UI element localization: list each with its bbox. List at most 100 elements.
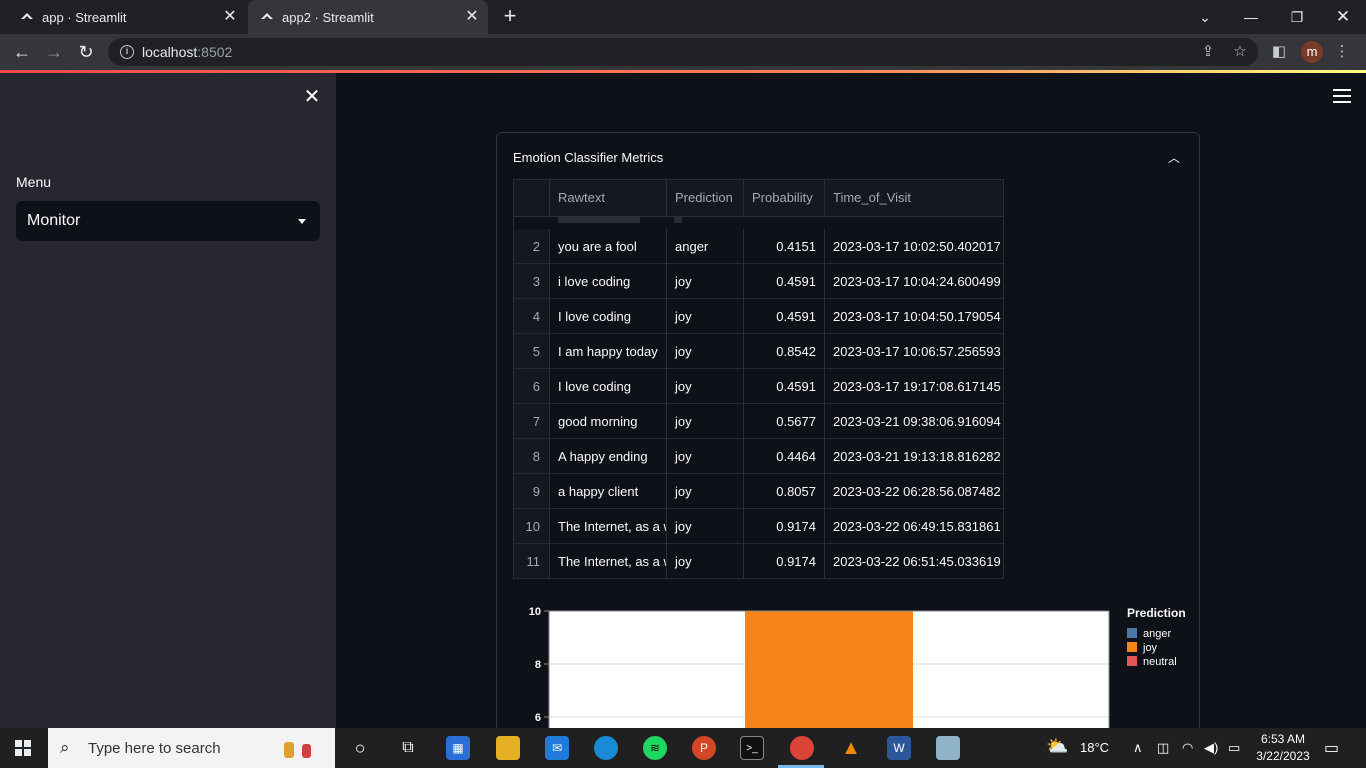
- row-index[interactable]: 9: [514, 474, 550, 509]
- table-cell[interactable]: 0.4591: [744, 264, 825, 299]
- table-cell[interactable]: 2023-03-21 09:38:06.916094: [825, 404, 1003, 439]
- table-cell[interactable]: A happy ending: [550, 439, 667, 474]
- column-header[interactable]: Prediction: [667, 180, 744, 216]
- table-cell[interactable]: 2023-03-17 10:04:24.600499: [825, 264, 1003, 299]
- table-cell[interactable]: joy: [667, 369, 744, 404]
- edge-icon[interactable]: [594, 736, 618, 760]
- row-index[interactable]: 5: [514, 334, 550, 369]
- terminal-icon[interactable]: >_: [740, 736, 764, 760]
- table-cell[interactable]: 0.5677: [744, 404, 825, 439]
- powerpoint-icon[interactable]: P: [692, 736, 716, 760]
- row-index[interactable]: 3: [514, 264, 550, 299]
- table-cell[interactable]: joy: [667, 404, 744, 439]
- battery-icon[interactable]: ▭: [1228, 740, 1240, 756]
- table-cell[interactable]: 2023-03-22 06:49:15.831861: [825, 509, 1003, 544]
- table-cell[interactable]: joy: [667, 439, 744, 474]
- notes-icon[interactable]: [936, 736, 960, 760]
- table-cell[interactable]: joy: [667, 264, 744, 299]
- tab-search-icon[interactable]: ⌄: [1182, 0, 1228, 34]
- table-cell[interactable]: 2023-03-17 10:04:50.179054: [825, 299, 1003, 334]
- table-cell[interactable]: 2023-03-17 19:17:08.617145: [825, 369, 1003, 404]
- tab-app[interactable]: app · Streamlit ✕: [0, 0, 246, 34]
- url-field[interactable]: i localhost:8502: [108, 38, 1258, 66]
- table-cell[interactable]: The Internet, as a w: [550, 544, 667, 579]
- bookmark-star-icon[interactable]: ☆: [1230, 42, 1250, 62]
- table-cell[interactable]: anger: [667, 229, 744, 264]
- info-icon[interactable]: i: [120, 45, 134, 59]
- more-menu-icon[interactable]: ⋮: [1332, 42, 1352, 62]
- table-cell[interactable]: I am happy today: [550, 334, 667, 369]
- table-cell[interactable]: 2023-03-22 06:28:56.087482: [825, 474, 1003, 509]
- table-cell[interactable]: The Internet, as a w: [550, 509, 667, 544]
- data-table[interactable]: Rawtext Prediction Probability Time_of_V…: [513, 179, 1004, 579]
- table-cell[interactable]: 0.4151: [744, 229, 825, 264]
- row-index[interactable]: 6: [514, 369, 550, 404]
- table-cell[interactable]: 2023-03-22 06:51:45.033619: [825, 544, 1003, 579]
- restore-button[interactable]: ❐: [1274, 0, 1320, 34]
- table-cell[interactable]: joy: [667, 544, 744, 579]
- table-cell[interactable]: 0.4464: [744, 439, 825, 474]
- spotify-icon[interactable]: ≋: [643, 736, 667, 760]
- back-icon[interactable]: ←: [12, 42, 32, 62]
- table-cell[interactable]: a happy client: [550, 474, 667, 509]
- table-cell[interactable]: 0.4591: [744, 299, 825, 334]
- table-cell[interactable]: i love coding: [550, 264, 667, 299]
- tab-app2[interactable]: app2 · Streamlit ✕: [248, 0, 488, 34]
- chrome-icon[interactable]: [790, 736, 814, 760]
- table-cell[interactable]: joy: [667, 509, 744, 544]
- table-cell[interactable]: I love coding: [550, 369, 667, 404]
- weather-icon[interactable]: ⛅: [1046, 736, 1068, 757]
- notifications-icon[interactable]: ▭: [1324, 738, 1339, 758]
- row-index[interactable]: 2: [514, 229, 550, 264]
- new-tab-button[interactable]: +: [500, 5, 520, 28]
- word-icon[interactable]: W: [887, 736, 911, 760]
- volume-icon[interactable]: ◀): [1204, 740, 1218, 756]
- table-cell[interactable]: 0.9174: [744, 544, 825, 579]
- table-cell[interactable]: joy: [667, 474, 744, 509]
- table-cell[interactable]: 2023-03-21 19:13:18.816282: [825, 439, 1003, 474]
- table-cell[interactable]: 0.8542: [744, 334, 825, 369]
- close-sidebar-icon[interactable]: ✕: [302, 87, 322, 107]
- table-cell[interactable]: joy: [667, 299, 744, 334]
- column-header[interactable]: Time_of_Visit: [825, 180, 1003, 216]
- windows-start-icon[interactable]: [15, 740, 31, 756]
- row-index[interactable]: 4: [514, 299, 550, 334]
- profile-avatar[interactable]: m: [1301, 41, 1323, 63]
- table-cell[interactable]: I love coding: [550, 299, 667, 334]
- close-tab-icon[interactable]: ✕: [464, 9, 480, 25]
- taskbar-search[interactable]: ⌕ Type here to search: [48, 728, 335, 768]
- weather-temp[interactable]: 18°C: [1080, 740, 1109, 755]
- table-cell[interactable]: you are a fool: [550, 229, 667, 264]
- close-window-button[interactable]: ✕: [1320, 0, 1366, 34]
- column-header[interactable]: Rawtext: [550, 180, 667, 216]
- row-index[interactable]: 7: [514, 404, 550, 439]
- file-explorer-icon[interactable]: [496, 736, 520, 760]
- task-view-icon[interactable]: ⧉: [396, 736, 420, 760]
- forward-icon[interactable]: →: [44, 42, 64, 62]
- table-cell[interactable]: joy: [667, 334, 744, 369]
- share-icon[interactable]: ⇪: [1198, 42, 1218, 62]
- table-cell[interactable]: 0.4591: [744, 369, 825, 404]
- row-index[interactable]: 11: [514, 544, 550, 579]
- close-tab-icon[interactable]: ✕: [222, 9, 238, 25]
- row-index[interactable]: 8: [514, 439, 550, 474]
- row-index[interactable]: 10: [514, 509, 550, 544]
- table-cell[interactable]: 0.8057: [744, 474, 825, 509]
- reload-icon[interactable]: ↻: [76, 42, 96, 62]
- column-header[interactable]: Probability: [744, 180, 825, 216]
- clock[interactable]: 6:53 AM 3/22/2023: [1252, 731, 1314, 765]
- table-cell[interactable]: good morning: [550, 404, 667, 439]
- expander-title[interactable]: Emotion Classifier Metrics: [513, 150, 663, 165]
- side-panel-icon[interactable]: ◧: [1269, 42, 1289, 62]
- chevron-up-icon[interactable]: ︿: [1167, 151, 1181, 165]
- store-icon[interactable]: ▦: [446, 736, 470, 760]
- wifi-icon[interactable]: ◠: [1182, 740, 1193, 756]
- table-cell[interactable]: 2023-03-17 10:02:50.402017: [825, 229, 1003, 264]
- minimize-button[interactable]: —: [1228, 0, 1274, 34]
- hamburger-menu-icon[interactable]: [1333, 89, 1351, 103]
- chevron-up-icon[interactable]: ∧: [1133, 740, 1143, 756]
- menu-select[interactable]: Monitor: [16, 201, 320, 241]
- table-cell[interactable]: 2023-03-17 10:06:57.256593: [825, 334, 1003, 369]
- cortana-icon[interactable]: ○: [348, 736, 372, 760]
- mail-icon[interactable]: ✉: [545, 736, 569, 760]
